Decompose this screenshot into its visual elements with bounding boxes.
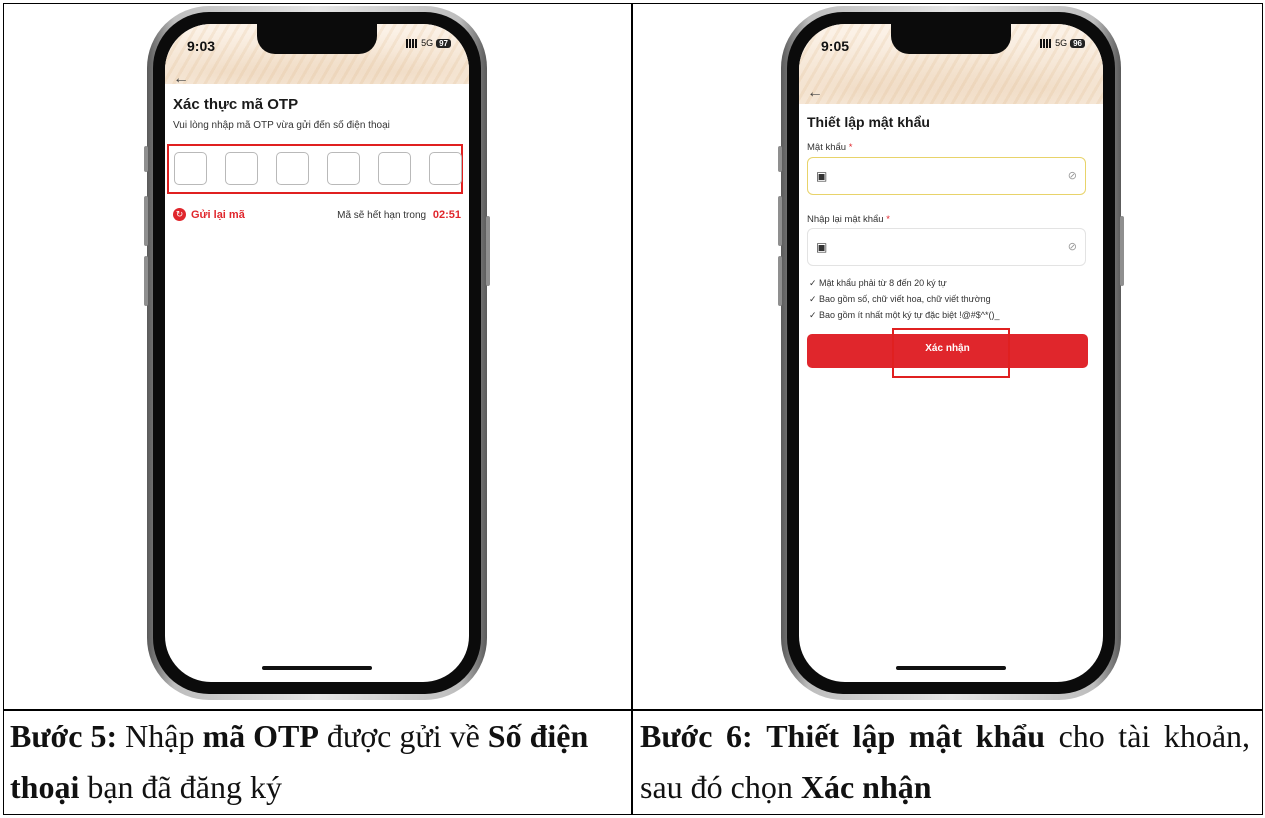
volume-down-button bbox=[144, 256, 148, 306]
otp-digit-1[interactable] bbox=[174, 152, 207, 185]
step5-label: Bước 5: bbox=[10, 718, 118, 754]
confirm-highlight-frame bbox=[892, 328, 1010, 378]
page-title: Thiết lập mật khẩu bbox=[807, 114, 930, 130]
confirm-password-label: Nhập lại mật khẩu * bbox=[807, 214, 890, 225]
step6-caption: Bước 6: Thiết lập mật khẩu cho tài khoản… bbox=[640, 711, 1250, 813]
page-title: Xác thực mã OTP bbox=[173, 96, 299, 113]
mute-switch bbox=[778, 146, 782, 172]
back-arrow-icon[interactable]: ← bbox=[807, 84, 823, 102]
eye-off-icon[interactable]: ⊘ bbox=[1068, 240, 1077, 253]
home-indicator bbox=[896, 666, 1006, 670]
step5-caption: Bước 5: Nhập mã OTP được gửi về Số điện … bbox=[10, 711, 620, 813]
power-button bbox=[486, 216, 490, 286]
status-time: 9:05 bbox=[821, 38, 850, 54]
step5-text: được gửi về bbox=[326, 718, 480, 754]
resend-label: Gửi lại mã bbox=[191, 208, 245, 221]
lock-icon: ▣ bbox=[816, 169, 828, 183]
page-subtitle: Vui lòng nhập mã OTP vừa gửi đến số điện… bbox=[173, 120, 390, 131]
column-divider bbox=[631, 4, 633, 814]
otp-digit-5[interactable] bbox=[378, 152, 411, 185]
step5-text: bạn đã đăng ký bbox=[87, 769, 282, 805]
network-label: 5G bbox=[1055, 38, 1068, 48]
status-bar: 9:05 5G 96 bbox=[821, 38, 1085, 56]
rule-text: Mật khẩu phải từ 8 đến 20 ký tự bbox=[819, 278, 947, 288]
rule-item: ✓ Bao gồm ít nhất một ký tự đặc biệt !@#… bbox=[809, 310, 1000, 320]
step6-bold: Xác nhận bbox=[800, 769, 932, 805]
battery-icon: 97 bbox=[436, 38, 451, 48]
network-label: 5G bbox=[421, 38, 434, 48]
password-label-text: Mật khẩu bbox=[807, 142, 847, 153]
lock-icon: ▣ bbox=[816, 240, 828, 254]
volume-up-button bbox=[778, 196, 782, 246]
expire-label: Mã sẽ hết hạn trong bbox=[337, 210, 427, 221]
back-arrow-icon[interactable]: ← bbox=[173, 70, 189, 88]
otp-digit-2[interactable] bbox=[225, 152, 258, 185]
step5-bold: mã OTP bbox=[202, 718, 319, 754]
password-input[interactable]: ▣ ⊘ bbox=[807, 157, 1086, 195]
battery-icon: 96 bbox=[1070, 38, 1085, 48]
signal-icon bbox=[1040, 38, 1053, 48]
signal-icon bbox=[406, 38, 419, 48]
password-label: Mật khẩu * bbox=[807, 142, 852, 153]
volume-down-button bbox=[778, 256, 782, 306]
rule-item: ✓ Bao gồm số, chữ viết hoa, chữ viết thư… bbox=[809, 294, 991, 304]
home-indicator bbox=[262, 666, 372, 670]
countdown: 02:51 bbox=[432, 209, 461, 221]
status-time: 9:03 bbox=[187, 38, 216, 54]
status-bar: 9:03 5G 97 bbox=[187, 38, 451, 56]
otp-screen: 9:03 5G 97 ← Xác thực mã OTP Vui lòng nh… bbox=[165, 24, 469, 682]
rule-text: Bao gồm số, chữ viết hoa, chữ viết thườn… bbox=[819, 294, 991, 304]
refresh-icon: ↻ bbox=[173, 208, 186, 221]
resend-button[interactable]: ↻ Gửi lại mã bbox=[173, 208, 245, 221]
power-button bbox=[1120, 216, 1124, 286]
confirm-password-input[interactable]: ▣ ⊘ bbox=[807, 228, 1086, 266]
otp-digit-3[interactable] bbox=[276, 152, 309, 185]
required-mark: * bbox=[848, 142, 853, 153]
password-screen: 9:05 5G 96 ← Thiết lập mật khẩu Mật khẩu… bbox=[799, 24, 1103, 682]
mute-switch bbox=[144, 146, 148, 172]
required-mark: * bbox=[886, 214, 890, 225]
phone-left: 9:03 5G 97 ← Xác thực mã OTP Vui lòng nh… bbox=[144, 6, 490, 700]
rule-text: Bao gồm ít nhất một ký tự đặc biệt !@#$^… bbox=[819, 310, 1000, 320]
phone-right: 9:05 5G 96 ← Thiết lập mật khẩu Mật khẩu… bbox=[778, 6, 1124, 700]
step6-bold: Thiết lập mật khẩu bbox=[766, 718, 1046, 754]
eye-off-icon[interactable]: ⊘ bbox=[1068, 169, 1077, 182]
step6-label: Bước 6: bbox=[640, 718, 753, 754]
confirm-password-label-text: Nhập lại mật khẩu bbox=[807, 214, 884, 225]
rule-item: ✓ Mật khẩu phải từ 8 đến 20 ký tự bbox=[809, 278, 947, 288]
volume-up-button bbox=[144, 196, 148, 246]
otp-digit-4[interactable] bbox=[327, 152, 360, 185]
expire-text: Mã sẽ hết hạn trong 02:51 bbox=[337, 209, 461, 221]
otp-digit-6[interactable] bbox=[429, 152, 462, 185]
step5-text: Nhập bbox=[125, 718, 195, 754]
otp-highlight-frame bbox=[167, 144, 463, 194]
